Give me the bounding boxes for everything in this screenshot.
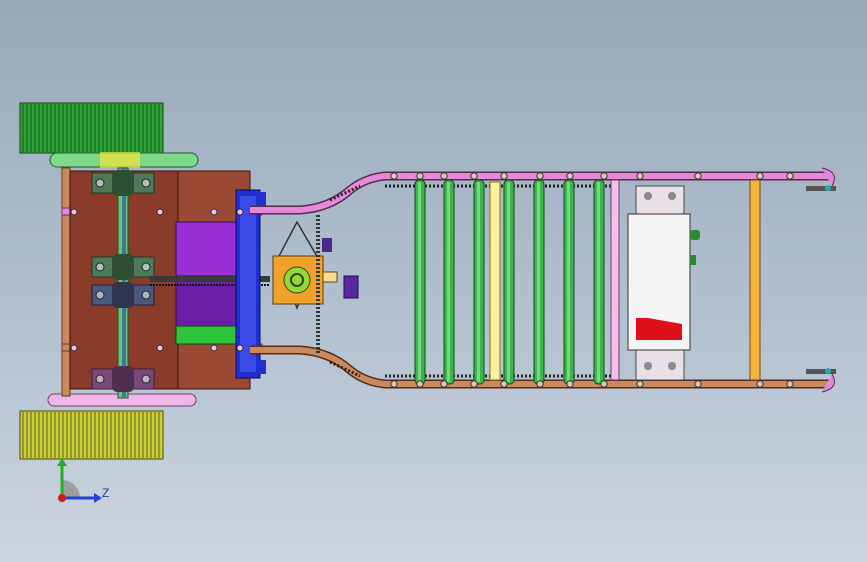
cad-viewport[interactable]: Z bbox=[0, 0, 867, 562]
green-crossbar[interactable] bbox=[503, 179, 515, 385]
battery-frame-rail bbox=[610, 179, 620, 381]
bearing-block-2[interactable] bbox=[91, 254, 155, 280]
green-crossbar[interactable] bbox=[443, 179, 455, 385]
green-crossbar[interactable] bbox=[414, 179, 426, 385]
green-crossbar[interactable] bbox=[473, 179, 485, 385]
steering-gearbox[interactable] bbox=[272, 215, 359, 355]
chassis-model[interactable] bbox=[0, 0, 867, 562]
crossbar-group[interactable] bbox=[414, 179, 605, 385]
right-rear-wheel[interactable] bbox=[19, 393, 197, 460]
bearing-block-4[interactable] bbox=[91, 366, 155, 392]
view-orientation-triad[interactable] bbox=[48, 458, 118, 510]
z-axis-label: Z bbox=[102, 486, 110, 500]
green-crossbar[interactable] bbox=[533, 179, 545, 385]
green-crossbar[interactable] bbox=[563, 179, 575, 385]
yellow-crossbar[interactable] bbox=[489, 179, 761, 381]
bearing-block-3[interactable] bbox=[91, 282, 155, 308]
bearing-block-1[interactable] bbox=[91, 170, 155, 196]
battery-pack[interactable] bbox=[627, 185, 700, 381]
left-rear-wheel[interactable] bbox=[19, 102, 199, 168]
green-crossbar[interactable] bbox=[593, 179, 605, 385]
